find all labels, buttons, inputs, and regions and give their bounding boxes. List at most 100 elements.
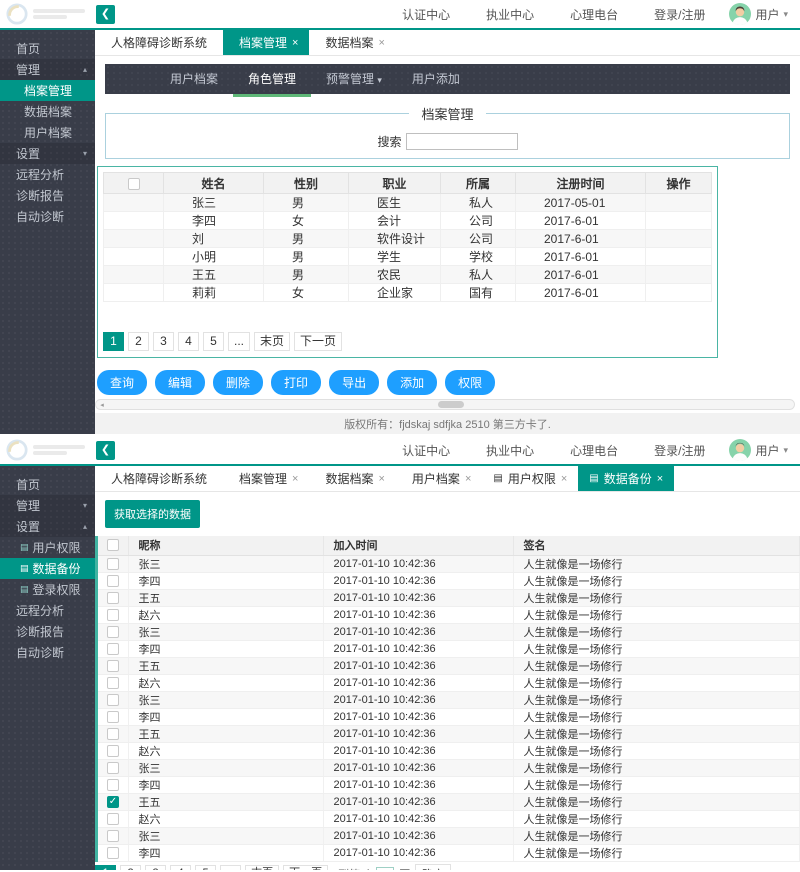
sidebar-item[interactable]: 诊断报告 <box>0 621 95 642</box>
user-menu[interactable]: 用户 ▾ <box>729 3 788 25</box>
back-button[interactable]: ❮ <box>96 5 115 24</box>
jump-confirm-button[interactable]: 确定 <box>415 864 451 871</box>
close-icon[interactable]: × <box>378 473 384 485</box>
tab[interactable]: 档案管理 × <box>223 30 309 55</box>
nav-item-practice-center[interactable]: 执业中心 <box>468 442 552 459</box>
action-button[interactable]: 删除 <box>213 370 263 395</box>
sidebar-item[interactable]: ▤ 用户权限 <box>0 537 95 558</box>
table-row[interactable]: 张三 2017-01-10 10:42:36 人生就像是一场修行 <box>98 759 800 776</box>
tab[interactable]: ▤ 数据备份 × <box>578 466 674 491</box>
nav-item-practice-center[interactable]: 执业中心 <box>468 6 552 23</box>
row-checkbox[interactable] <box>107 796 119 808</box>
tab[interactable]: 档案管理 × <box>223 466 309 491</box>
table-row[interactable]: 小明 男 学生 学校 2017-6-01 <box>104 248 712 266</box>
nav-item-login-register[interactable]: 登录/注册 <box>636 6 723 23</box>
back-button[interactable]: ❮ <box>96 441 115 460</box>
table-row[interactable]: 赵六 2017-01-10 10:42:36 人生就像是一场修行 <box>98 810 800 827</box>
page-button[interactable]: 5 <box>195 865 216 870</box>
sidebar-item[interactable]: 自动诊断 <box>0 642 95 663</box>
row-checkbox[interactable] <box>107 643 119 655</box>
tab[interactable]: 用户档案 × <box>396 466 482 491</box>
row-checkbox[interactable] <box>107 677 119 689</box>
table-row[interactable]: 张三 2017-01-10 10:42:36 人生就像是一场修行 <box>98 555 800 572</box>
row-checkbox[interactable] <box>107 711 119 723</box>
select-all-checkbox[interactable] <box>107 539 119 551</box>
table-row[interactable]: 张三 2017-01-10 10:42:36 人生就像是一场修行 <box>98 691 800 708</box>
jump-page-input[interactable] <box>376 867 394 871</box>
sidebar-item[interactable]: 管理 ▾ <box>0 495 95 516</box>
table-row[interactable]: 李四 2017-01-10 10:42:36 人生就像是一场修行 <box>98 844 800 861</box>
row-checkbox[interactable] <box>107 745 119 757</box>
row-checkbox[interactable] <box>107 813 119 825</box>
sidebar-item[interactable]: 诊断报告 <box>0 185 95 206</box>
row-checkbox[interactable] <box>107 575 119 587</box>
page-button[interactable]: 2 <box>128 332 149 351</box>
table-row[interactable]: 王五 2017-01-10 10:42:36 人生就像是一场修行 <box>98 725 800 742</box>
table-row[interactable]: 赵六 2017-01-10 10:42:36 人生就像是一场修行 <box>98 742 800 759</box>
toolbar-item[interactable]: 角色管理 <box>233 64 311 94</box>
sidebar-item[interactable]: 远程分析 <box>0 600 95 621</box>
row-checkbox[interactable] <box>107 779 119 791</box>
sidebar-item[interactable]: 设置 ▴ <box>0 516 95 537</box>
tab[interactable]: 数据档案 × <box>309 466 395 491</box>
sidebar-item[interactable]: ▤ 数据备份 <box>0 558 95 579</box>
row-checkbox[interactable] <box>107 660 119 672</box>
toolbar-item[interactable]: 用户添加 <box>397 64 475 94</box>
row-checkbox[interactable] <box>107 847 119 859</box>
sidebar-item[interactable]: 档案管理 <box>0 80 95 101</box>
close-icon[interactable]: × <box>657 473 663 485</box>
page-button[interactable]: 下一页 <box>294 332 342 351</box>
page-button[interactable]: 4 <box>178 332 199 351</box>
sidebar-item[interactable]: 远程分析 <box>0 164 95 185</box>
page-button[interactable]: 1 <box>103 332 124 351</box>
table-row[interactable]: 李四 2017-01-10 10:42:36 人生就像是一场修行 <box>98 572 800 589</box>
action-button[interactable]: 权限 <box>445 370 495 395</box>
table-row[interactable]: 莉莉 女 企业家 国有 2017-6-01 <box>104 284 712 302</box>
table-row[interactable]: 李四 2017-01-10 10:42:36 人生就像是一场修行 <box>98 776 800 793</box>
table-row[interactable]: 王五 2017-01-10 10:42:36 人生就像是一场修行 <box>98 657 800 674</box>
row-checkbox[interactable] <box>107 558 119 570</box>
close-icon[interactable]: × <box>292 473 298 485</box>
table-row[interactable]: 张三 2017-01-10 10:42:36 人生就像是一场修行 <box>98 827 800 844</box>
sidebar-item[interactable]: 首页 <box>0 474 95 495</box>
row-checkbox[interactable] <box>107 728 119 740</box>
close-icon[interactable]: × <box>561 473 567 485</box>
page-button[interactable]: 末页 <box>254 332 290 351</box>
table-row[interactable]: 王五 2017-01-10 10:42:36 人生就像是一场修行 <box>98 793 800 810</box>
toolbar-item[interactable]: 用户档案 <box>155 64 233 94</box>
action-button[interactable]: 查询 <box>97 370 147 395</box>
action-button[interactable]: 导出 <box>329 370 379 395</box>
row-checkbox[interactable] <box>107 626 119 638</box>
row-checkbox[interactable] <box>107 830 119 842</box>
close-icon[interactable]: × <box>465 473 471 485</box>
page-button[interactable]: 3 <box>145 865 166 870</box>
table-row[interactable]: 张三 男 医生 私人 2017-05-01 <box>104 194 712 212</box>
page-button[interactable]: ... <box>228 332 250 351</box>
row-checkbox[interactable] <box>107 592 119 604</box>
row-checkbox[interactable] <box>107 762 119 774</box>
select-all-checkbox[interactable] <box>128 178 140 190</box>
nav-item-auth-center[interactable]: 认证中心 <box>384 442 468 459</box>
sidebar-item[interactable]: 管理 ▴ <box>0 59 95 80</box>
nav-item-auth-center[interactable]: 认证中心 <box>384 6 468 23</box>
close-icon[interactable]: × <box>378 37 384 49</box>
page-button[interactable]: 4 <box>170 865 191 870</box>
page-button[interactable]: 末页 <box>245 865 279 870</box>
nav-item-psych-radio[interactable]: 心理电台 <box>552 6 636 23</box>
sidebar-item[interactable]: 自动诊断 <box>0 206 95 227</box>
horizontal-scrollbar[interactable]: ◂ <box>95 399 795 410</box>
get-selected-data-button[interactable]: 获取选择的数据 <box>105 500 200 528</box>
sidebar-item[interactable]: ▤ 登录权限 <box>0 579 95 600</box>
table-row[interactable]: 刘 男 软件设计 公司 2017-6-01 <box>104 230 712 248</box>
page-button[interactable]: 2 <box>120 865 141 870</box>
sidebar-item[interactable]: 首页 <box>0 38 95 59</box>
sidebar-item[interactable]: 用户档案 <box>0 122 95 143</box>
scrollbar-thumb[interactable] <box>438 401 464 408</box>
tab[interactable]: 人格障碍诊断系统 <box>95 30 223 55</box>
sidebar-item[interactable]: 数据档案 <box>0 101 95 122</box>
row-checkbox[interactable] <box>107 609 119 621</box>
nav-item-login-register[interactable]: 登录/注册 <box>636 442 723 459</box>
table-row[interactable]: 李四 女 会计 公司 2017-6-01 <box>104 212 712 230</box>
page-button[interactable]: ... <box>220 865 241 870</box>
table-row[interactable]: 赵六 2017-01-10 10:42:36 人生就像是一场修行 <box>98 674 800 691</box>
